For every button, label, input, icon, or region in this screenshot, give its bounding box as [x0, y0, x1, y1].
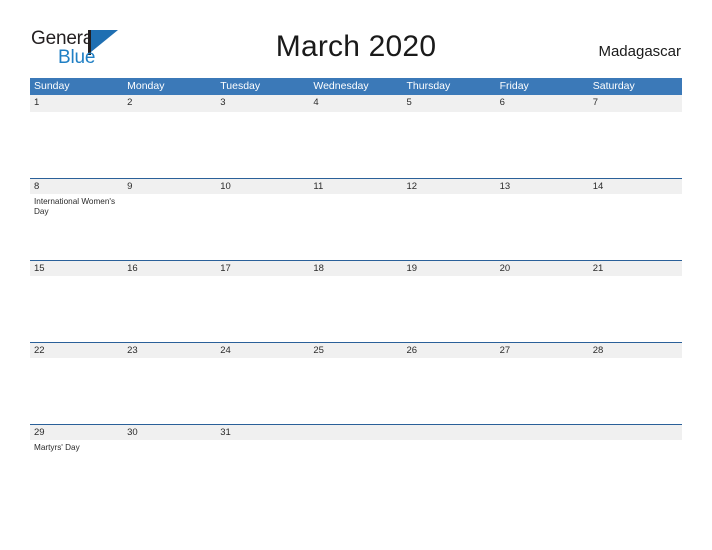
- day-event[interactable]: [123, 276, 216, 342]
- day-number[interactable]: 27: [496, 343, 589, 358]
- week-row: 8 9 10 11 12 13 14 International Women's…: [30, 177, 682, 260]
- day-number[interactable]: 3: [216, 95, 309, 112]
- day-number[interactable]: 2: [123, 95, 216, 112]
- day-number[interactable]: 1: [30, 95, 123, 112]
- week-event-strip: [30, 357, 682, 424]
- day-number: [589, 425, 682, 440]
- week-row: 29 30 31 Martyrs' Day: [30, 423, 682, 506]
- day-event[interactable]: [123, 440, 216, 506]
- week-event-strip: [30, 275, 682, 342]
- week-date-strip: 15 16 17 18 19 20 21: [30, 259, 682, 276]
- day-event[interactable]: [589, 276, 682, 342]
- weekday-header-tuesday: Tuesday: [220, 80, 261, 92]
- page-header: General Blue March 2020 Madagascar: [0, 0, 712, 78]
- day-number[interactable]: 18: [309, 261, 402, 276]
- day-number[interactable]: 4: [309, 95, 402, 112]
- weekday-header-friday: Friday: [499, 80, 529, 92]
- day-event[interactable]: [309, 194, 402, 260]
- day-number: [403, 425, 496, 440]
- day-number[interactable]: 9: [123, 179, 216, 194]
- weekday-header-sunday: Sunday: [34, 80, 70, 92]
- day-event[interactable]: [309, 112, 402, 178]
- day-event[interactable]: [123, 194, 216, 260]
- day-number[interactable]: 12: [403, 179, 496, 194]
- week-row: 1 2 3 4 5 6 7: [30, 95, 682, 178]
- week-date-strip: 22 23 24 25 26 27 28: [30, 341, 682, 358]
- day-number[interactable]: 21: [589, 261, 682, 276]
- day-event[interactable]: [589, 194, 682, 260]
- day-event[interactable]: [403, 358, 496, 424]
- day-event[interactable]: [123, 358, 216, 424]
- day-number[interactable]: 13: [496, 179, 589, 194]
- day-event[interactable]: [309, 358, 402, 424]
- calendar-page: General Blue March 2020 Madagascar Sunda…: [0, 0, 712, 550]
- day-event[interactable]: [216, 276, 309, 342]
- day-event[interactable]: [496, 194, 589, 260]
- week-event-strip: Martyrs' Day: [30, 439, 682, 506]
- day-event[interactable]: [30, 112, 123, 178]
- day-number[interactable]: 10: [216, 179, 309, 194]
- day-event[interactable]: [216, 440, 309, 506]
- day-number[interactable]: 31: [216, 425, 309, 440]
- week-row: 22 23 24 25 26 27 28: [30, 341, 682, 424]
- day-event[interactable]: [123, 112, 216, 178]
- day-number[interactable]: 26: [403, 343, 496, 358]
- weekday-header-saturday: Saturday: [592, 80, 635, 92]
- locale-label: Madagascar: [598, 43, 681, 60]
- weekday-header-row: Sunday Monday Tuesday Wednesday Thursday…: [30, 78, 682, 95]
- day-number[interactable]: 30: [123, 425, 216, 440]
- day-event[interactable]: [216, 112, 309, 178]
- weekday-header-wednesday: Wednesday: [313, 80, 369, 92]
- day-event: [589, 440, 682, 506]
- day-number[interactable]: 20: [496, 261, 589, 276]
- week-date-strip: 29 30 31: [30, 423, 682, 440]
- day-number[interactable]: 11: [309, 179, 402, 194]
- week-date-strip: 8 9 10 11 12 13 14: [30, 177, 682, 194]
- week-date-strip: 1 2 3 4 5 6 7: [30, 95, 682, 112]
- day-number[interactable]: 23: [123, 343, 216, 358]
- day-number[interactable]: 19: [403, 261, 496, 276]
- day-number[interactable]: 17: [216, 261, 309, 276]
- day-event: [309, 440, 402, 506]
- week-event-strip: [30, 111, 682, 178]
- day-event[interactable]: [403, 112, 496, 178]
- day-event[interactable]: [496, 358, 589, 424]
- day-number: [309, 425, 402, 440]
- day-number[interactable]: 5: [403, 95, 496, 112]
- day-event[interactable]: [403, 276, 496, 342]
- day-event[interactable]: [589, 358, 682, 424]
- day-number[interactable]: 7: [589, 95, 682, 112]
- day-event[interactable]: Martyrs' Day: [30, 440, 123, 506]
- day-event[interactable]: International Women's Day: [30, 194, 123, 260]
- day-number[interactable]: 8: [30, 179, 123, 194]
- week-event-strip: International Women's Day: [30, 193, 682, 260]
- day-number[interactable]: 25: [309, 343, 402, 358]
- day-event: [496, 440, 589, 506]
- day-event: [403, 440, 496, 506]
- day-event[interactable]: [496, 112, 589, 178]
- day-event[interactable]: [403, 194, 496, 260]
- day-event[interactable]: [496, 276, 589, 342]
- day-number[interactable]: 29: [30, 425, 123, 440]
- day-number[interactable]: 22: [30, 343, 123, 358]
- day-event[interactable]: [589, 112, 682, 178]
- day-number[interactable]: 15: [30, 261, 123, 276]
- day-event[interactable]: [30, 358, 123, 424]
- weekday-header-thursday: Thursday: [406, 80, 451, 92]
- day-number[interactable]: 24: [216, 343, 309, 358]
- day-number: [496, 425, 589, 440]
- week-row: 15 16 17 18 19 20 21: [30, 259, 682, 342]
- calendar-grid: Sunday Monday Tuesday Wednesday Thursday…: [30, 78, 682, 506]
- day-event[interactable]: [30, 276, 123, 342]
- day-event[interactable]: [309, 276, 402, 342]
- day-event[interactable]: [216, 358, 309, 424]
- day-number[interactable]: 16: [123, 261, 216, 276]
- weekday-header-monday: Monday: [127, 80, 165, 92]
- day-number[interactable]: 28: [589, 343, 682, 358]
- day-number[interactable]: 14: [589, 179, 682, 194]
- day-number[interactable]: 6: [496, 95, 589, 112]
- day-event[interactable]: [216, 194, 309, 260]
